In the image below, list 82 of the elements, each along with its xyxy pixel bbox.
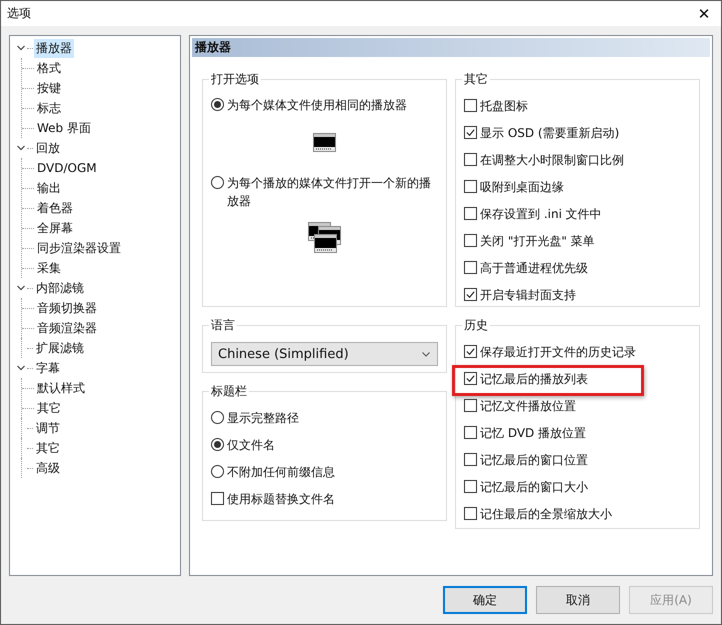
tree-item[interactable]: 输出: [35, 178, 63, 198]
checkbox[interactable]: [464, 399, 477, 412]
chevron-icon[interactable]: [16, 143, 26, 153]
tree-item[interactable]: 按键: [35, 78, 63, 98]
checkbox-label: 记住最后的全景缩放大小: [480, 506, 612, 522]
checkbox[interactable]: [464, 207, 477, 220]
radio-label: 仅文件名: [227, 436, 275, 454]
checkbox[interactable]: [464, 234, 477, 247]
tree-item[interactable]: 字幕: [34, 358, 62, 378]
tree-item[interactable]: DVD/OGM: [35, 160, 99, 176]
tree-item[interactable]: 标志: [35, 98, 63, 118]
radio-label: 为每个播放的媒体文件打开一个新的播放器: [227, 175, 432, 210]
checkbox-label: 记忆最后的播放列表: [480, 370, 588, 388]
tree-item[interactable]: 扩展滤镜: [34, 338, 86, 358]
tree-item[interactable]: 调节: [34, 418, 62, 438]
checkbox[interactable]: [464, 288, 477, 301]
tree-item[interactable]: 格式: [35, 58, 63, 78]
checkbox[interactable]: [464, 345, 477, 358]
group-title: 打开选项: [210, 71, 260, 88]
group-title: 语言: [210, 317, 236, 334]
tree-item[interactable]: 高级: [34, 458, 62, 478]
radio-button[interactable]: [211, 98, 224, 111]
checkbox-label: 记忆最后的窗口位置: [480, 452, 588, 468]
checkbox[interactable]: [211, 492, 224, 505]
checkbox[interactable]: [464, 453, 477, 466]
radio-button[interactable]: [211, 176, 224, 189]
tree-item[interactable]: 全屏幕: [35, 218, 75, 238]
tree-item[interactable]: 播放器: [34, 38, 74, 58]
tree-item[interactable]: 其它: [35, 398, 63, 418]
group-title: 其它: [463, 71, 489, 88]
checkbox-label: 记忆文件播放位置: [480, 398, 576, 414]
windows-icon: [308, 222, 342, 256]
dialog-button[interactable]: 确定: [443, 586, 527, 614]
checkbox[interactable]: [464, 99, 477, 112]
checkbox-label: 吸附到桌面边缘: [480, 178, 564, 196]
checkbox[interactable]: [464, 261, 477, 274]
tree-item[interactable]: 着色器: [35, 198, 75, 218]
radio-label: 显示完整路径: [227, 410, 299, 426]
caret-icon: [421, 349, 431, 359]
checkbox-label: 保存设置到 .ini 文件中: [480, 206, 602, 222]
checkbox[interactable]: [464, 153, 477, 166]
tree-item[interactable]: 内部滤镜: [34, 278, 86, 298]
window-icon: [312, 133, 336, 153]
tree-item[interactable]: 音频切换器: [35, 298, 99, 318]
tree-item[interactable]: 其它: [34, 438, 62, 458]
checkbox[interactable]: [464, 372, 477, 385]
checkbox-label: 高于普通进程优先级: [480, 260, 588, 276]
language-dropdown[interactable]: Chinese (Simplified): [211, 342, 438, 366]
checkbox-label: 在调整大小时限制窗口比例: [480, 152, 624, 168]
radio-button[interactable]: [211, 411, 224, 424]
window-title: 选项: [7, 5, 31, 22]
checkbox[interactable]: [464, 126, 477, 139]
tree-item[interactable]: 采集: [35, 258, 63, 278]
group-title: 标题栏: [210, 383, 248, 400]
radio-label: 不附加任何前缀信息: [227, 464, 335, 480]
checkbox-label: 托盘图标: [480, 98, 528, 114]
group-title: 历史: [463, 317, 489, 334]
checkbox[interactable]: [464, 507, 477, 520]
tree-item[interactable]: 回放: [34, 138, 62, 158]
checkbox[interactable]: [464, 426, 477, 439]
checkbox[interactable]: [464, 180, 477, 193]
tree-item[interactable]: 音频渲染器: [35, 318, 99, 338]
chevron-icon[interactable]: [16, 43, 26, 53]
tree-item[interactable]: 同步渲染器设置: [35, 238, 123, 258]
checkbox-label: 关闭 "打开光盘" 菜单: [480, 232, 595, 250]
dialog-button[interactable]: 取消: [536, 586, 620, 614]
radio-label: 为每个媒体文件使用相同的播放器: [227, 97, 407, 114]
checkbox-label: 使用标题替换文件名: [227, 490, 335, 508]
radio-button[interactable]: [211, 438, 224, 451]
chevron-icon[interactable]: [16, 363, 26, 373]
checkbox-label: 记忆 DVD 播放位置: [480, 424, 586, 442]
checkbox[interactable]: [464, 480, 477, 493]
checkbox-label: 保存最近打开文件的历史记录: [480, 344, 636, 360]
tree-item[interactable]: 默认样式: [35, 378, 87, 398]
checkbox-label: 显示 OSD (需要重新启动): [480, 124, 620, 142]
page-header: 播放器: [192, 38, 710, 57]
checkbox-label: 记忆最后的窗口大小: [480, 478, 588, 496]
close-button[interactable]: ✕: [687, 1, 721, 26]
tree-item[interactable]: Web 界面: [35, 118, 93, 138]
checkbox-label: 开启专辑封面支持: [480, 286, 576, 304]
radio-button[interactable]: [211, 465, 224, 478]
chevron-icon[interactable]: [16, 283, 26, 293]
